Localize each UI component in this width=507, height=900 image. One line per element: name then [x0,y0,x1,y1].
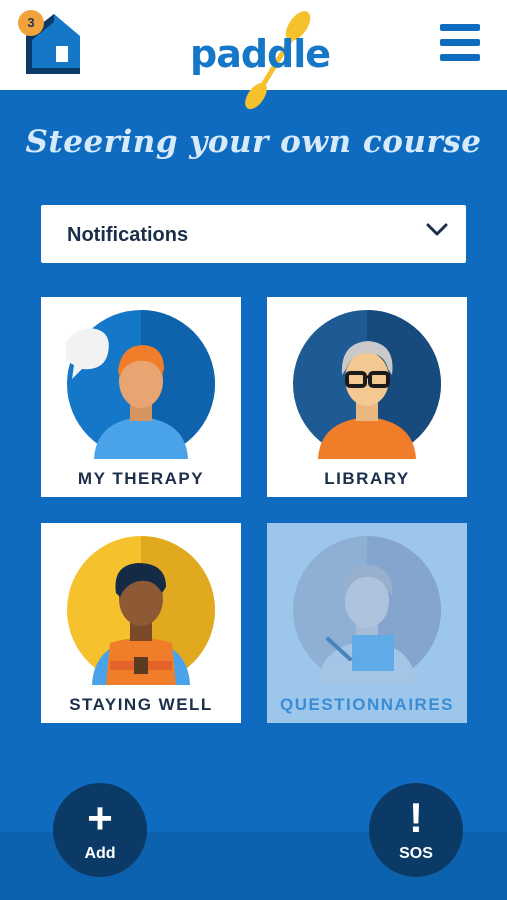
notification-count-badge: 3 [18,10,44,36]
staying-well-label: STAYING WELL [69,695,213,714]
add-button[interactable]: + Add [53,783,147,877]
my-therapy-tile[interactable]: MY THERAPY [41,297,241,497]
person-clipboard-illustration [293,536,441,685]
person-speech-bubble-illustration [66,310,215,459]
notifications-dropdown[interactable]: Notifications [41,205,466,263]
chevron-down-icon [426,223,448,236]
add-label: Add [84,845,116,862]
person-life-jacket-illustration [67,536,215,685]
staying-well-tile[interactable]: STAYING WELL [41,523,241,723]
library-tile[interactable]: LIBRARY [267,297,467,497]
notifications-label: Notifications [67,224,189,246]
paddle-logo: paddle [186,10,331,110]
app-header: 3 paddle [0,0,507,110]
person-glasses-illustration [293,310,441,459]
my-therapy-label: MY THERAPY [77,469,205,488]
exclamation-icon: ! [409,794,423,841]
logo-wordmark: paddle [190,32,331,76]
sos-button[interactable]: ! SOS [369,783,463,877]
menu-button[interactable] [440,24,480,64]
tagline: Steering your own course [25,124,482,160]
plus-icon: + [87,794,113,843]
library-label: LIBRARY [324,469,410,488]
home-button[interactable]: 3 [18,10,84,78]
questionnaires-tile[interactable]: QUESTIONNAIRES [267,523,467,723]
sos-label: SOS [399,845,433,862]
questionnaires-label: QUESTIONNAIRES [279,695,455,714]
